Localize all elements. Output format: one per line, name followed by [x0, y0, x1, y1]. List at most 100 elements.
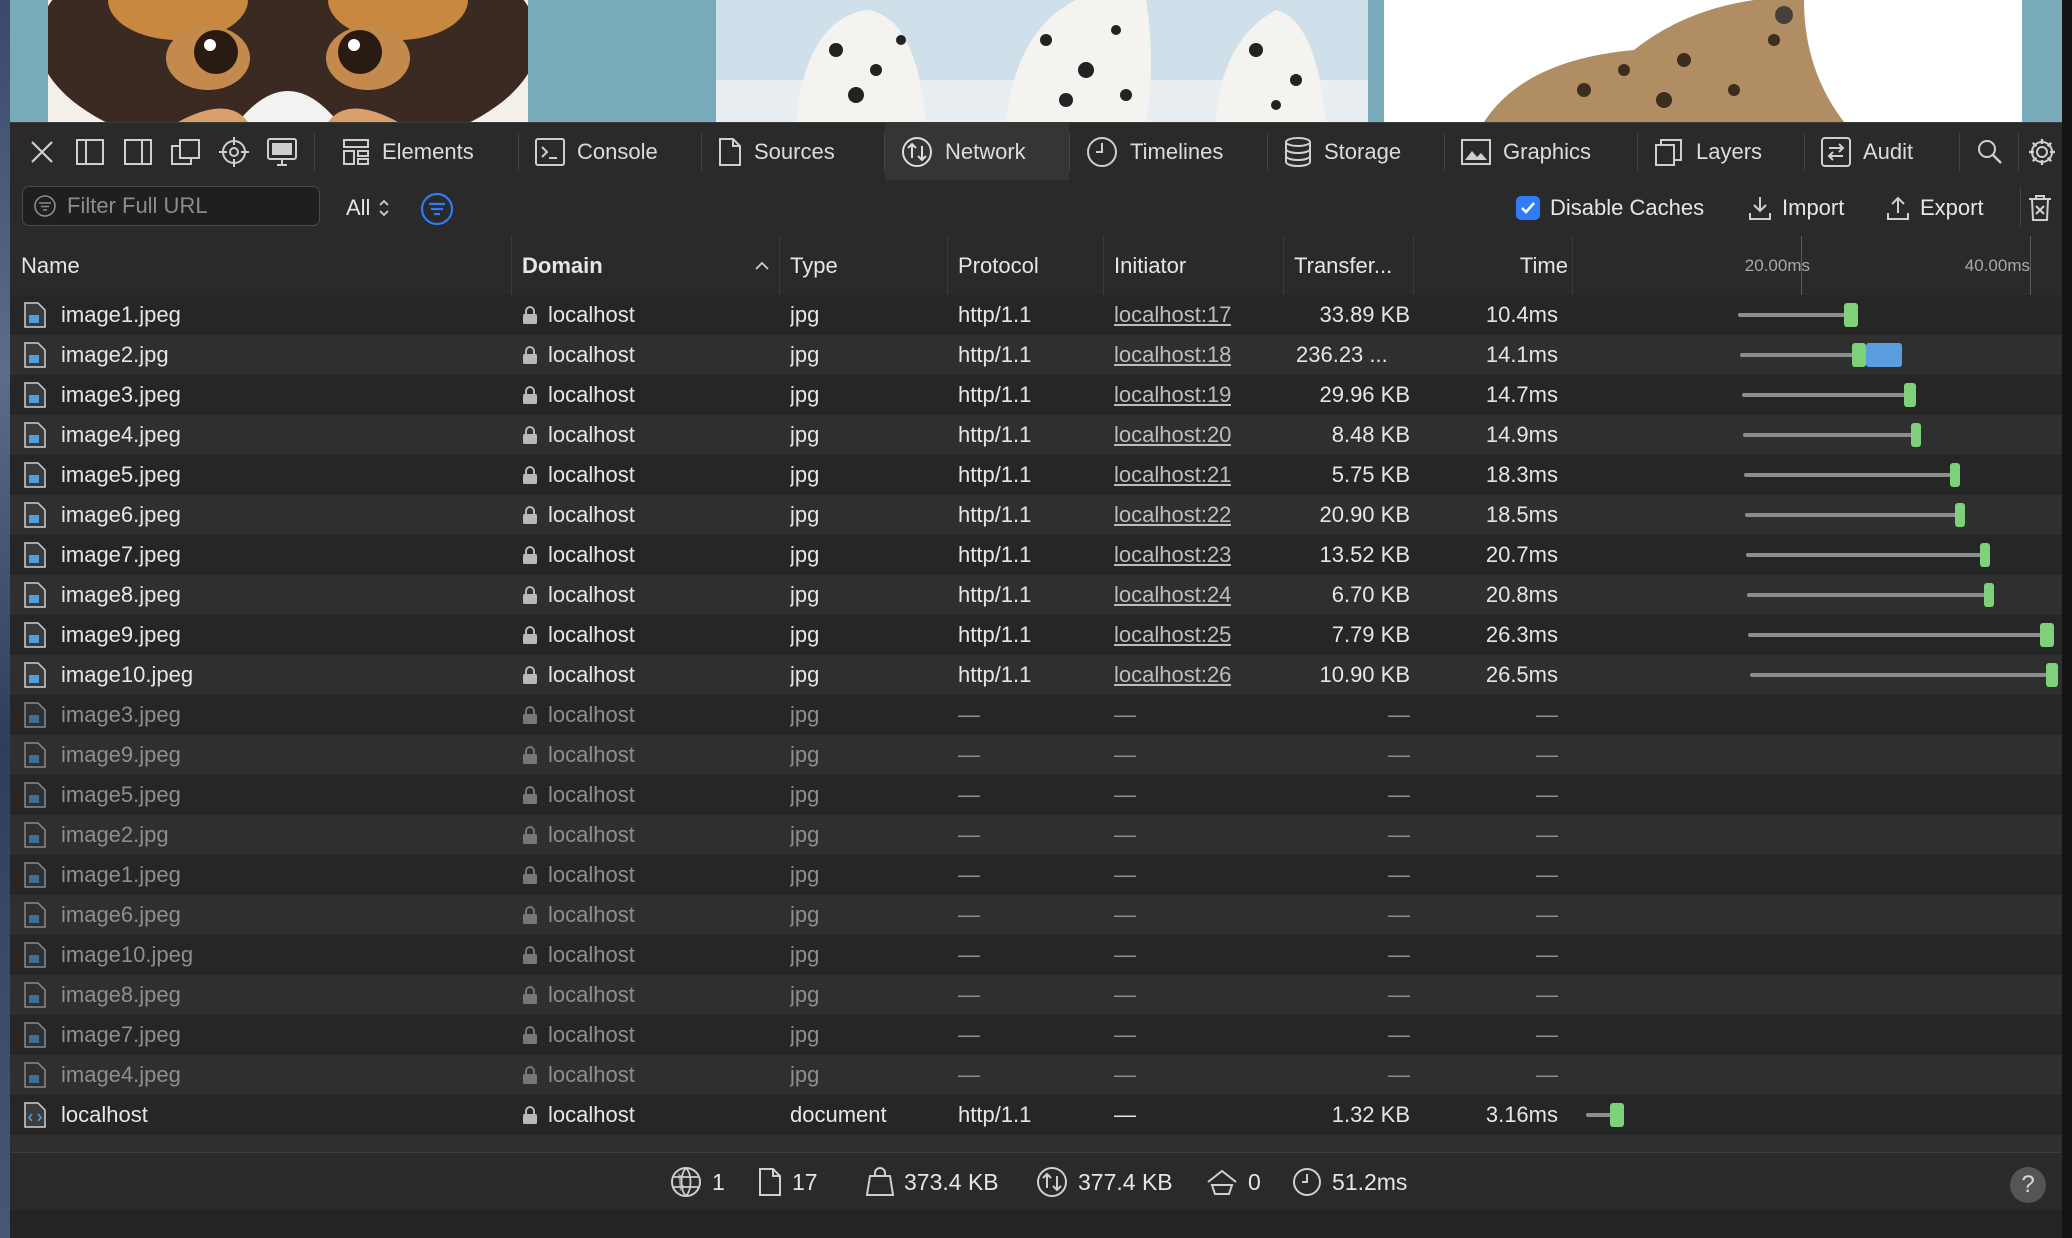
image-file-icon [24, 302, 46, 328]
table-row[interactable]: image7.jpeg localhost jpg http/1.1 local… [10, 535, 2062, 575]
request-initiator-link[interactable]: localhost:21 [1114, 455, 1231, 495]
table-row[interactable]: image5.jpeg localhost jpg http/1.1 local… [10, 455, 2062, 495]
table-row[interactable]: image2.jpg localhost jpg — — — — [10, 815, 2062, 855]
request-type: jpg [790, 462, 820, 487]
request-initiator: — [1114, 862, 1136, 887]
table-row[interactable]: image3.jpeg localhost jpg http/1.1 local… [10, 375, 2062, 415]
column-header-name[interactable]: Name [21, 236, 521, 295]
column-header-initiator[interactable]: Initiator [1114, 236, 1294, 295]
tab-graphics[interactable]: Graphics [1445, 123, 1637, 181]
resource-type-value: All [346, 195, 371, 220]
export-button[interactable]: Export [1886, 180, 1984, 236]
resources-count-value: 17 [792, 1168, 818, 1195]
table-row[interactable]: image2.jpg localhost jpg http/1.1 localh… [10, 335, 2062, 375]
request-protocol: — [958, 782, 980, 807]
table-row[interactable]: image6.jpeg localhost jpg — — — — [10, 895, 2062, 935]
request-initiator-link[interactable]: localhost:23 [1114, 535, 1231, 575]
disable-caches-toggle[interactable]: Disable Caches [1516, 180, 1704, 236]
tab-network[interactable]: Network [885, 123, 1069, 181]
request-protocol: http/1.1 [958, 1102, 1032, 1127]
help-button[interactable]: ? [2010, 1167, 2046, 1203]
table-row[interactable]: image8.jpeg localhost jpg — — — — [10, 975, 2062, 1015]
request-initiator-link[interactable]: localhost:26 [1114, 655, 1231, 695]
graphics-icon [1461, 139, 1491, 165]
device-settings-icon[interactable] [262, 123, 302, 181]
request-protocol: http/1.1 [958, 382, 1032, 407]
tab-timelines[interactable]: Timelines [1070, 123, 1267, 181]
request-protocol: — [958, 742, 980, 767]
request-initiator-link[interactable]: localhost:19 [1114, 375, 1231, 415]
table-row[interactable]: image9.jpeg localhost jpg — — — — [10, 735, 2062, 775]
table-row[interactable]: image1.jpeg localhost jpg — — — — [10, 855, 2062, 895]
resource-type-select[interactable]: All [346, 180, 390, 236]
request-domain: localhost [548, 342, 635, 367]
gear-icon[interactable] [2022, 123, 2062, 181]
request-type: jpg [790, 822, 820, 847]
request-time: 26.3ms [1485, 622, 1558, 647]
request-initiator-link[interactable]: localhost:17 [1114, 295, 1231, 335]
request-protocol: — [958, 702, 980, 727]
filter-url-field[interactable] [22, 186, 320, 226]
network-icon [1037, 1167, 1067, 1197]
page-preview [10, 0, 2062, 122]
filter-url-input[interactable] [65, 192, 309, 220]
request-initiator-link[interactable]: localhost:20 [1114, 415, 1231, 455]
table-row[interactable]: image8.jpeg localhost jpg http/1.1 local… [10, 575, 2062, 615]
request-initiator-link[interactable]: localhost:22 [1114, 495, 1231, 535]
redirects-count: 0 [1206, 1153, 1261, 1211]
table-row[interactable]: image4.jpeg localhost jpg — — — — [10, 1055, 2062, 1095]
search-icon[interactable] [1970, 123, 2010, 181]
inspect-element-icon[interactable] [214, 123, 254, 181]
table-row[interactable]: image10.jpeg localhost jpg — — — — [10, 935, 2062, 975]
request-protocol: — [958, 982, 980, 1007]
request-initiator-link[interactable]: localhost:25 [1114, 615, 1231, 655]
tab-sources[interactable]: Sources [702, 123, 884, 181]
tab-layers[interactable]: Layers [1638, 123, 1804, 181]
request-time: — [1536, 822, 1558, 847]
request-time: — [1536, 1022, 1558, 1047]
tab-storage[interactable]: Storage [1268, 123, 1444, 181]
request-initiator-link[interactable]: localhost:24 [1114, 575, 1231, 615]
tab-audit[interactable]: Audit [1805, 123, 1959, 181]
waterfall-bar [2040, 623, 2054, 647]
request-name: image9.jpeg [61, 742, 181, 767]
dock-left-icon[interactable] [70, 123, 110, 181]
table-row[interactable]: image4.jpeg localhost jpg http/1.1 local… [10, 415, 2062, 455]
table-row[interactable]: image6.jpeg localhost jpg http/1.1 local… [10, 495, 2062, 535]
request-transfer-size: — [1388, 702, 1410, 727]
column-header-type[interactable]: Type [790, 236, 956, 295]
tab-console[interactable]: Console [519, 123, 701, 181]
devtools-toolbar: Elements Console Sources Network Timelin… [10, 122, 2062, 182]
resources-count: 17 [758, 1153, 818, 1211]
table-row[interactable]: localhost localhost document http/1.1 — … [10, 1095, 2062, 1135]
clear-log-icon[interactable] [2028, 194, 2052, 227]
table-row[interactable]: image10.jpeg localhost jpg http/1.1 loca… [10, 655, 2062, 695]
table-row[interactable]: image3.jpeg localhost jpg — — — — [10, 695, 2062, 735]
request-transfer-size: — [1388, 902, 1410, 927]
filter-options-icon[interactable] [420, 192, 454, 231]
table-row[interactable]: image9.jpeg localhost jpg http/1.1 local… [10, 615, 2062, 655]
table-row[interactable]: image7.jpeg localhost jpg — — — — [10, 1015, 2062, 1055]
request-initiator-link[interactable]: localhost:18 [1114, 335, 1231, 375]
close-icon[interactable] [22, 123, 62, 181]
request-domain: localhost [548, 702, 635, 727]
detach-window-icon[interactable] [166, 123, 206, 181]
table-row[interactable]: image5.jpeg localhost jpg — — — — [10, 775, 2062, 815]
column-header-time[interactable]: Time [1424, 236, 1568, 295]
table-row[interactable]: image1.jpeg localhost jpg http/1.1 local… [10, 295, 2062, 335]
lock-icon [523, 1066, 537, 1084]
image-file-icon [24, 742, 46, 768]
import-button[interactable]: Import [1748, 180, 1844, 236]
request-name: image6.jpeg [61, 902, 181, 927]
request-type: jpg [790, 542, 820, 567]
disable-caches-checkbox[interactable] [1516, 196, 1540, 220]
dock-right-icon[interactable] [118, 123, 158, 181]
column-header-transfer[interactable]: Transfer... [1294, 236, 1424, 295]
waterfall-bar [2046, 663, 2058, 687]
column-header-domain[interactable]: Domain [522, 236, 790, 295]
image-file-icon [24, 502, 46, 528]
column-header-protocol[interactable]: Protocol [958, 236, 1114, 295]
tab-elements[interactable]: Elements [326, 123, 518, 181]
waterfall-bar [1904, 383, 1916, 407]
lock-icon [523, 746, 537, 764]
